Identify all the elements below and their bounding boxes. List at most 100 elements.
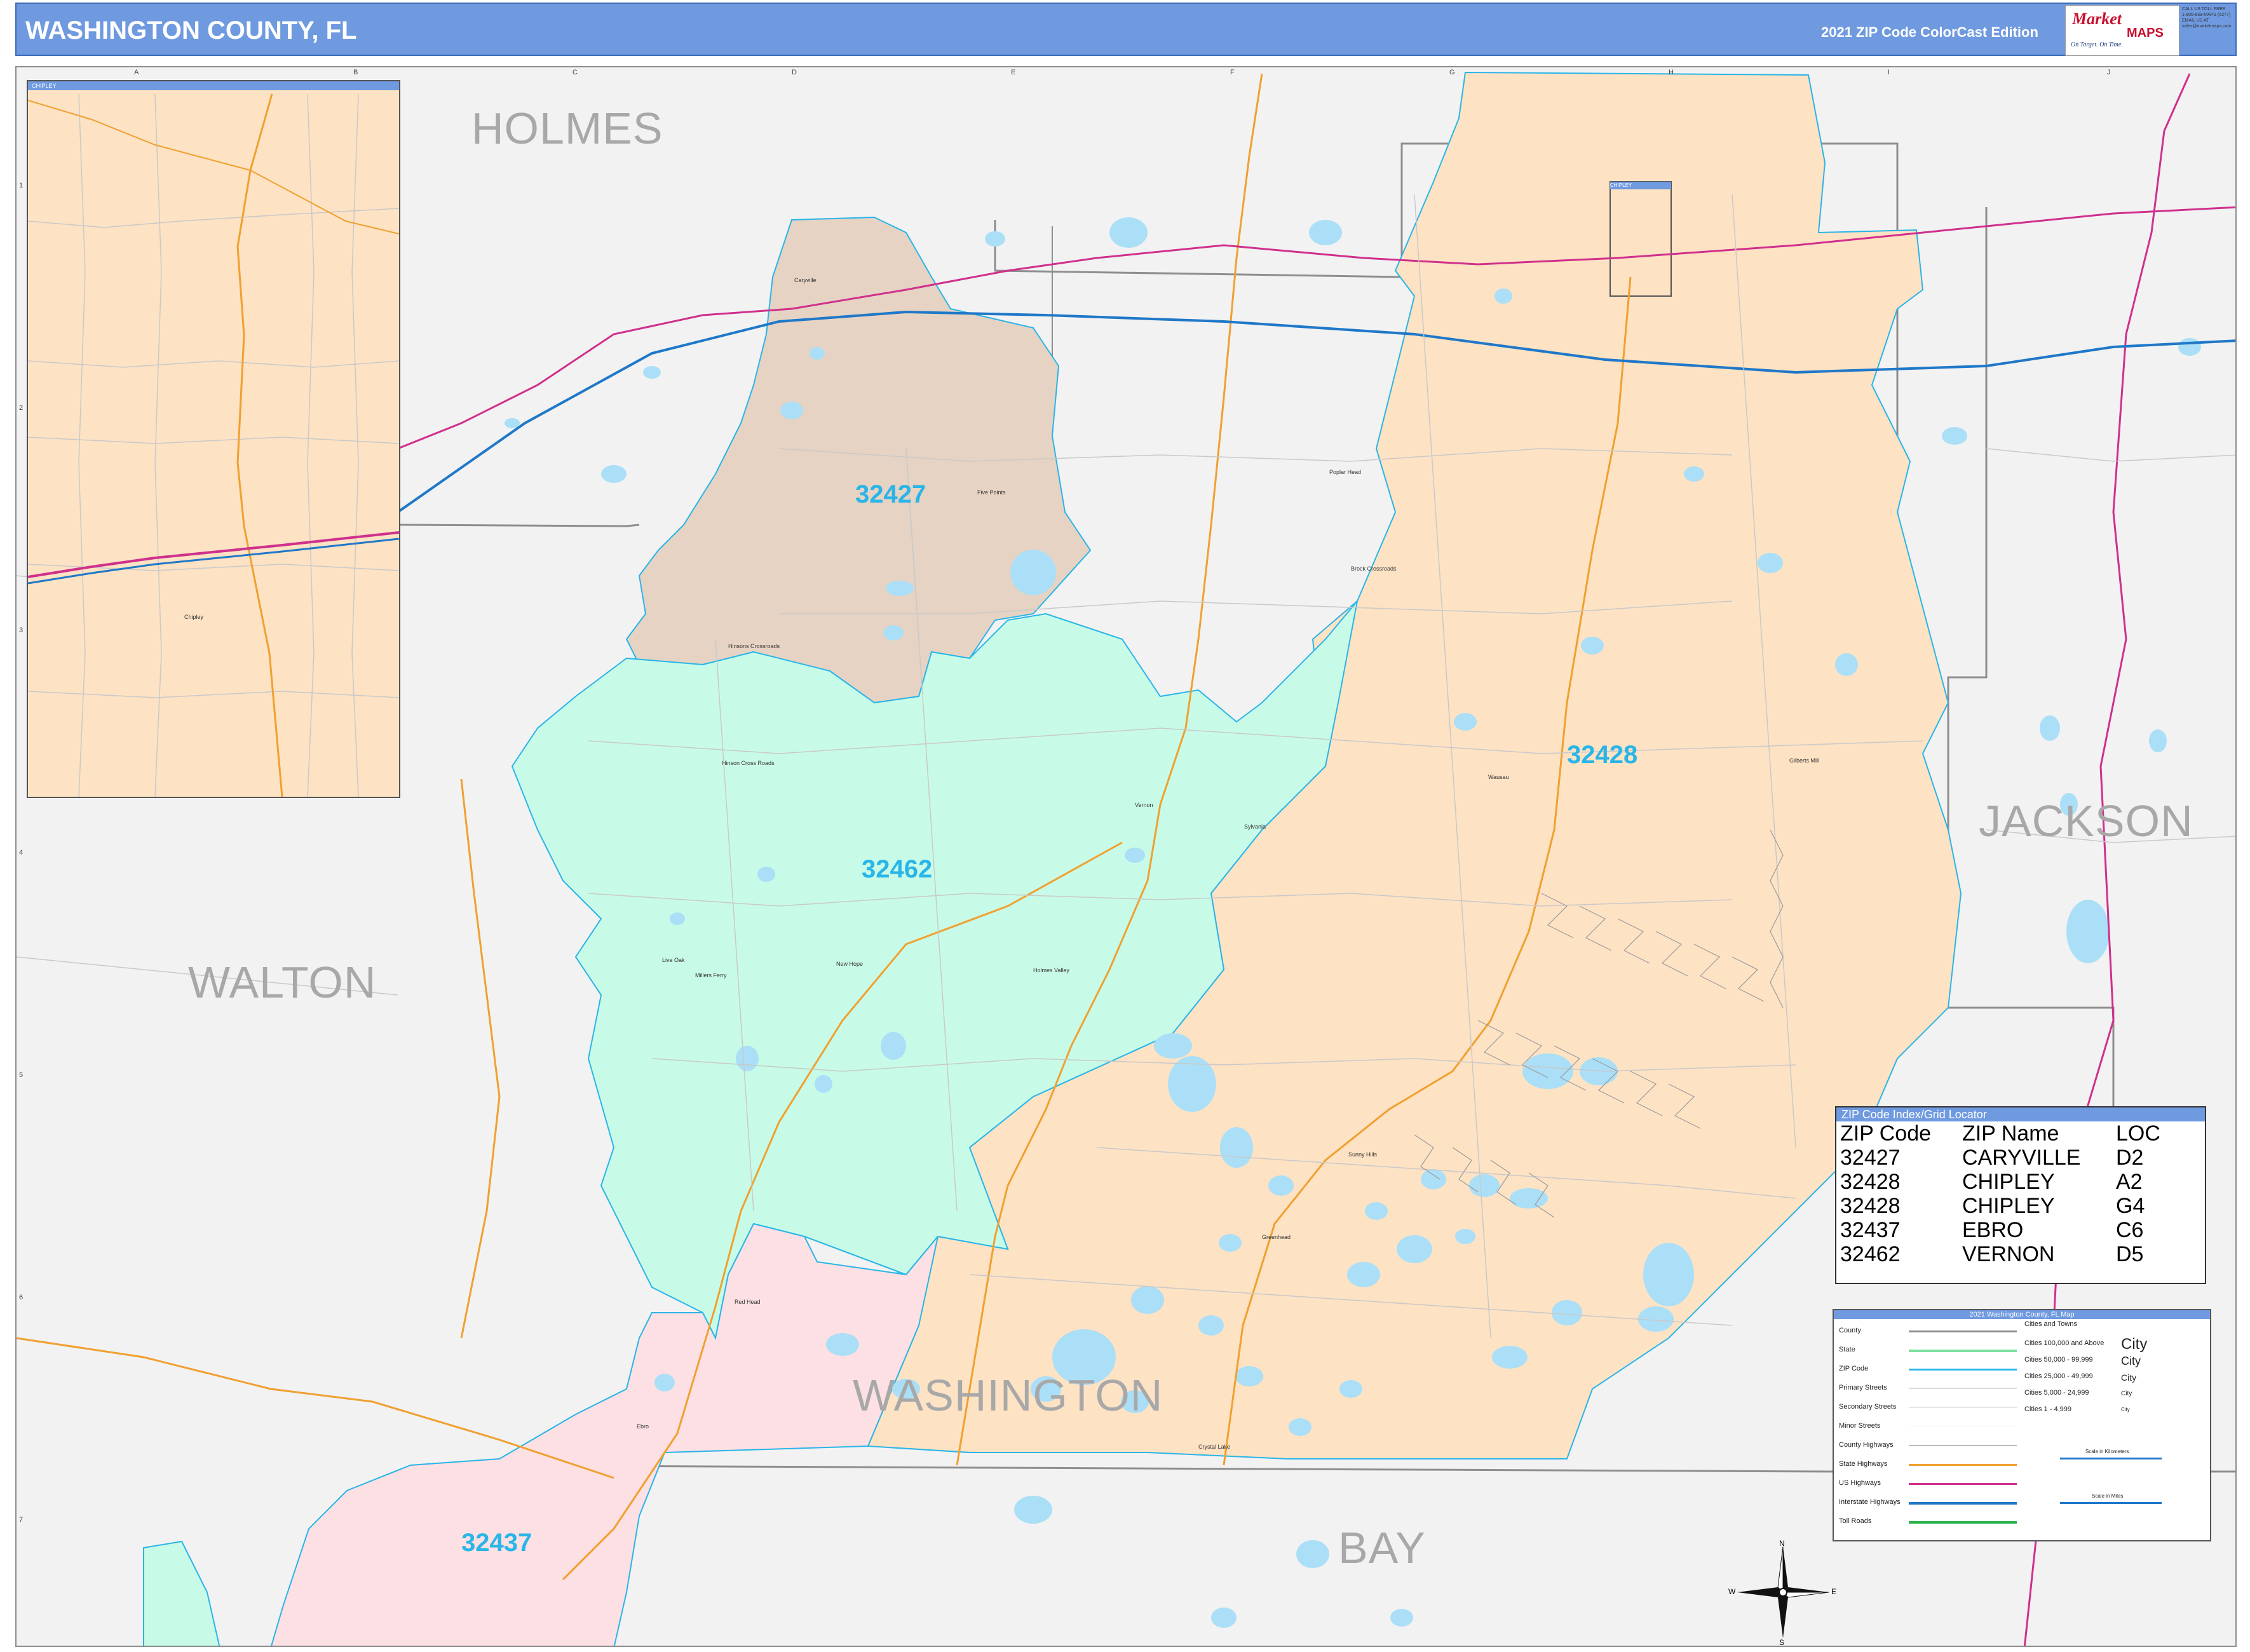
city-label: Brock Crossroads — [1351, 565, 1397, 572]
legend-item: Toll Roads — [1839, 1517, 1872, 1525]
compass-s: S — [1779, 1638, 1785, 1647]
city-label: Crystal Lake — [1198, 1444, 1231, 1450]
map-legend: 2021 Washington County, FL Map County St… — [1833, 1309, 2211, 1541]
county-label-jackson: JACKSON — [1979, 796, 2193, 846]
zip-index-row[interactable]: 32428 CHIPLEY G4 — [1840, 1194, 2164, 1218]
zip-index-cell: 32428 — [1840, 1170, 1901, 1194]
legend-city-row: Cities 100,000 and Above — [2024, 1339, 2104, 1347]
legend-swatch-zip — [1909, 1369, 2017, 1371]
legend-swatch-state-hwy — [1909, 1464, 2017, 1466]
city-label: New Hope — [836, 961, 864, 967]
city-label: Red Head — [735, 1299, 761, 1305]
city-label: Greenhead — [1262, 1234, 1291, 1240]
legend-city-sample: City — [2121, 1390, 2132, 1397]
legend-item: County — [1839, 1327, 1861, 1334]
legend-swatch-county — [1909, 1330, 2017, 1332]
compass-n: N — [1779, 1539, 1785, 1548]
map-title: WASHINGTON COUNTY, FL — [25, 17, 357, 44]
zip-index-row[interactable]: 32462 VERNON D5 — [1840, 1242, 2164, 1266]
legend-swatch-state — [1909, 1350, 2017, 1352]
zip-label-32427: 32427 — [855, 480, 926, 508]
legend-city-sample: City — [2121, 1407, 2130, 1412]
zip-index-cell: CARYVILLE — [1962, 1146, 2081, 1170]
county-border — [397, 524, 640, 527]
zip-code-index: ZIP Code Index/Grid Locator ZIP Code ZIP… — [1835, 1106, 2206, 1284]
market-maps-logo[interactable]: Market MAPS On Target. On Time. — [2065, 5, 2179, 56]
city-label: Wausau — [1488, 774, 1509, 780]
city-label: Vernon — [1135, 802, 1153, 808]
zip-index-cell: A2 — [2116, 1170, 2143, 1194]
city-label: Holmes Valley — [1033, 967, 1069, 973]
city-label: Sylvania — [1244, 823, 1266, 830]
city-label: Hinson Cross Roads — [722, 760, 775, 766]
legend-swatch-interstate — [1909, 1502, 2017, 1505]
edition-label: 2021 ZIP Code ColorCast Edition — [1821, 24, 2038, 40]
legend-swatch-county-hwy — [1909, 1445, 2017, 1446]
contact-line: sales@marketmaps.com — [2182, 24, 2232, 29]
zip-index-row[interactable]: 32437 EBRO C6 — [1840, 1218, 2164, 1242]
city-label: Five Points — [977, 489, 1006, 496]
inset-city-label: Chipley — [184, 614, 204, 620]
legend-city-row: Cities 1 - 4,999 — [2024, 1405, 2071, 1413]
contact-line: CALL US TOLL FREE — [2182, 7, 2226, 11]
zip-index-header-row: ZIP Code ZIP Name LOC — [1840, 1121, 2164, 1146]
legend-item: ZIP Code — [1839, 1365, 1869, 1372]
legend-item: Secondary Streets — [1839, 1403, 1897, 1411]
zip-index-cell: 32437 — [1840, 1218, 1901, 1242]
legend-item: State Highways — [1839, 1460, 1888, 1468]
legend-swatch-primary — [1909, 1388, 2017, 1389]
legend-item: State — [1839, 1346, 1855, 1353]
contact-line: 1-800-839-MAPS (6277) — [2182, 13, 2231, 17]
zip-index-cell: 32462 — [1840, 1242, 1901, 1266]
header-bar: WASHINGTON COUNTY, FL 2021 ZIP Code Colo… — [15, 3, 2237, 56]
city-label: Poplar Head — [1329, 469, 1362, 475]
legend-title: 2021 Washington County, FL Map — [1834, 1310, 2210, 1319]
legend-city-row: Cities 50,000 - 99,999 — [2024, 1356, 2093, 1364]
county-label-bay: BAY — [1338, 1523, 1426, 1573]
logo-brand: Market — [2072, 10, 2122, 28]
zip-label-32428: 32428 — [1567, 741, 1638, 769]
zip-index-row[interactable]: 32428 CHIPLEY A2 — [1840, 1170, 2164, 1194]
zip-index-cell: CHIPLEY — [1962, 1194, 2055, 1218]
scale-mi-bar — [2060, 1502, 2162, 1504]
zip-index-title: ZIP Code Index/Grid Locator — [1836, 1107, 2205, 1121]
legend-city-row: Cities 25,000 - 49,999 — [2024, 1372, 2093, 1380]
city-label: Caryville — [794, 277, 817, 283]
county-label-holmes: HOLMES — [471, 104, 663, 153]
zip-index-cell: VERNON — [1962, 1242, 2055, 1266]
chipley-box-label: CHIPLEY — [1610, 182, 1632, 188]
legend-item: County Highways — [1839, 1441, 1894, 1449]
chipley-inset-map[interactable]: CHIPLEY Chipley — [27, 80, 400, 798]
scale-km-label: Scale in Kilometers — [2085, 1449, 2129, 1454]
inset-svg — [28, 93, 399, 797]
legend-item: Minor Streets — [1839, 1422, 1881, 1430]
zip-index-row[interactable]: 32427 CARYVILLE D2 — [1840, 1146, 2164, 1170]
zip-index-cell: D2 — [2116, 1146, 2144, 1170]
zip-index-cell: C6 — [2116, 1218, 2144, 1242]
scale-km-bar — [2060, 1458, 2162, 1459]
logo-maps: MAPS — [2127, 26, 2164, 40]
legend-item: Primary Streets — [1839, 1384, 1887, 1391]
zip-index-cell: 32428 — [1840, 1194, 1901, 1218]
city-label: Sunny Hills — [1348, 1151, 1378, 1158]
zip-index-cell: EBRO — [1962, 1218, 2024, 1242]
city-label: Live Oak — [662, 957, 685, 963]
zip-index-cell: 32427 — [1840, 1146, 1901, 1170]
compass-e: E — [1831, 1587, 1837, 1596]
scale-mi-label: Scale in Miles — [2092, 1493, 2124, 1499]
compass-w: W — [1728, 1587, 1736, 1596]
legend-swatch-toll — [1909, 1521, 2017, 1524]
zip-index-cell: G4 — [2116, 1194, 2145, 1218]
compass-rose-icon — [1732, 1541, 1834, 1643]
county-label-walton: WALTON — [188, 958, 377, 1007]
zip-index-header: LOC — [2116, 1121, 2160, 1146]
contact-info: CALL US TOLL FREE 1-800-839-MAPS (6277) … — [2182, 6, 2233, 53]
legend-swatch-us-hwy — [1909, 1483, 2017, 1485]
legend-cities-title: Cities and Towns — [2024, 1320, 2077, 1328]
zip-index-cell: D5 — [2116, 1242, 2144, 1266]
legend-city-sample: City — [2121, 1372, 2137, 1383]
legend-city-sample: City — [2121, 1355, 2141, 1367]
zip-index-header: ZIP Code — [1840, 1121, 1932, 1146]
legend-city-row: Cities 5,000 - 24,999 — [2024, 1389, 2089, 1397]
city-label: Ebro — [637, 1423, 649, 1430]
